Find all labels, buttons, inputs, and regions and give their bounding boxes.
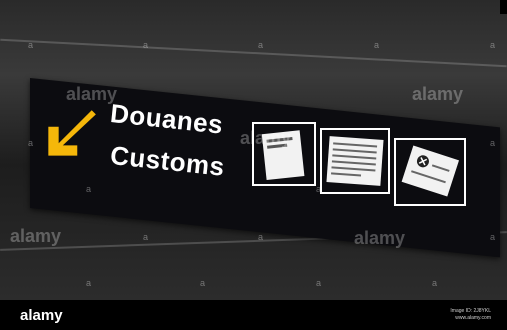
watermark-mark: a (28, 40, 34, 50)
watermark-mark: a (258, 232, 264, 242)
watermark-footer: alamy Image ID: 2J8YKL www.alamy.com (0, 300, 507, 330)
watermark-mark: a (200, 278, 206, 288)
watermark-mark: a (374, 40, 380, 50)
watermark: alamy (66, 84, 118, 104)
site-url-line: www.alamy.com (455, 315, 491, 321)
watermark: alamy (10, 226, 62, 246)
watermark-mark: a (143, 232, 149, 242)
watermark-mark: a (143, 40, 149, 50)
watermark-mark: a (316, 184, 322, 194)
watermark-mark: a (432, 278, 438, 288)
watermark-mark: a (86, 278, 92, 288)
arrow-down-left-icon (48, 110, 96, 156)
airport-photo: Douanes Customs alamy alamy alamy alamy … (0, 0, 507, 300)
watermark-mark: a (490, 138, 496, 148)
watermark-mark: a (86, 184, 92, 194)
alamy-logo: alamy (20, 307, 63, 324)
watermark-mark: a (490, 232, 496, 242)
customs-form-icon (320, 128, 390, 194)
watermark-mark: a (490, 40, 496, 50)
watermark: alamy (412, 84, 464, 104)
watermark-mark: a (258, 40, 264, 50)
watermark-mark: a (28, 138, 34, 148)
watermark-mark: a (316, 278, 322, 288)
prohibited-items-card-icon (394, 138, 466, 206)
watermark: alamy (354, 228, 406, 248)
corner-border (500, 0, 507, 14)
watermark: alamy (240, 128, 292, 148)
ceiling-beam (0, 38, 507, 68)
image-id-text: Image ID: 2J8YKL www.alamy.com (450, 308, 491, 322)
image-id-line: Image ID: 2J8YKL (450, 308, 491, 314)
